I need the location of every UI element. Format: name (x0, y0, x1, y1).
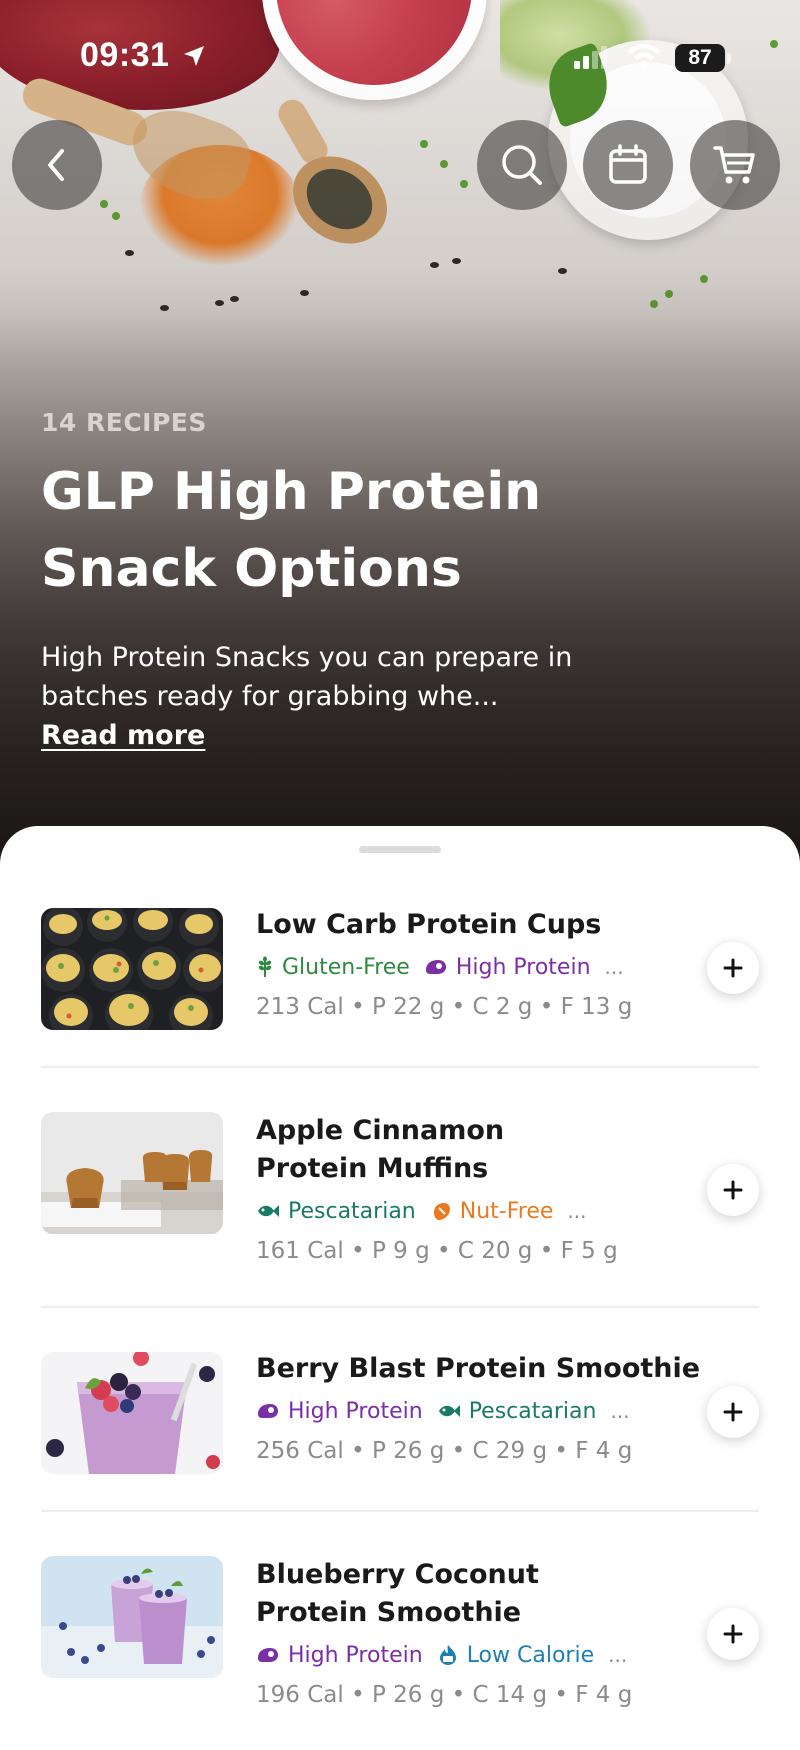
back-button[interactable] (12, 120, 102, 210)
more-tags-indicator: ... (608, 1643, 628, 1667)
recipe-title: Berry Blast Protein Smoothie (256, 1353, 701, 1384)
recipe-macros: 196 Cal • P 26 g • C 14 g • F 4 g (256, 1682, 633, 1708)
tag-high-protein: High Protein (424, 955, 591, 980)
protein-icon (425, 960, 446, 974)
plus-icon (723, 1402, 743, 1422)
tag-nut-free: Nut-Free (430, 1198, 554, 1224)
recipe-count: 14 RECIPES (41, 408, 207, 437)
tag-high-protein: High Protein (256, 1399, 423, 1424)
wifi-icon (628, 44, 660, 69)
recipe-thumbnail (41, 1556, 223, 1678)
recipe-row[interactable]: Berry Blast Protein Smoothie High Protei… (41, 1352, 759, 1512)
recipe-macros: 161 Cal • P 9 g • C 20 g • F 5 g (256, 1238, 618, 1264)
shopping-cart-icon (713, 146, 755, 184)
calendar-button[interactable] (583, 120, 673, 210)
add-recipe-button[interactable] (707, 1608, 759, 1660)
tag-high-protein: High Protein (256, 1643, 423, 1668)
tag-low-calorie: Low Calorie (437, 1643, 594, 1668)
recipe-thumbnail (41, 1352, 223, 1474)
tag-label: Gluten-Free (282, 954, 410, 980)
tag-pescatarian: Pescatarian (256, 1199, 416, 1224)
recipe-title: Apple Cinnamon Protein Muffins (256, 1115, 505, 1184)
chevron-left-icon (48, 149, 64, 181)
fish-icon (438, 1405, 460, 1417)
search-button[interactable] (477, 120, 567, 210)
tag-label: High Protein (288, 1398, 423, 1424)
add-recipe-button[interactable] (707, 942, 759, 994)
add-recipe-button[interactable] (707, 1386, 759, 1438)
flame-kcal-icon (439, 1645, 456, 1665)
tag-label: Pescatarian (288, 1198, 416, 1224)
recipe-row[interactable]: Low Carb Protein Cups Gluten-Free High P… (41, 908, 759, 1068)
recipe-row[interactable]: Blueberry Coconut Protein Smoothie High … (41, 1556, 759, 1750)
recipe-thumbnail (41, 1112, 223, 1234)
sheet-grabber[interactable] (359, 846, 441, 853)
recipe-macros: 213 Cal • P 22 g • C 2 g • F 13 g (256, 994, 633, 1020)
read-more-link[interactable]: Read more (41, 720, 205, 751)
protein-icon (258, 1404, 278, 1418)
tag-label: High Protein (288, 1642, 423, 1668)
collection-title: GLP High Protein Snack Options (41, 462, 542, 599)
status-bar: 09:31 87 (0, 0, 800, 110)
fish-icon (258, 1205, 279, 1217)
cellular-signal-icon (574, 46, 607, 69)
tag-label: Nut-Free (459, 1198, 554, 1224)
add-recipe-button[interactable] (707, 1164, 759, 1216)
recipe-thumbnail (41, 908, 223, 1030)
more-tags-indicator: ... (567, 1199, 587, 1223)
recipe-title: Blueberry Coconut Protein Smoothie (256, 1559, 539, 1628)
protein-icon (258, 1648, 278, 1662)
plus-icon (723, 1180, 743, 1200)
recipe-list-sheet: Low Carb Protein Cups Gluten-Free High P… (0, 826, 800, 1734)
plus-icon (723, 958, 743, 978)
cart-button[interactable] (690, 120, 780, 210)
tag-label: Pescatarian (468, 1398, 597, 1424)
calendar-icon (609, 144, 647, 184)
tag-label: Low Calorie (466, 1642, 595, 1668)
tag-gluten-free: Gluten-Free (256, 955, 410, 980)
status-time: 09:31 (80, 36, 170, 74)
more-tags-indicator: ... (610, 1399, 630, 1423)
more-tags-indicator: ... (604, 955, 624, 979)
collection-description: High Protein Snacks you can prepare in b… (41, 642, 573, 712)
recipe-title: Low Carb Protein Cups (256, 909, 602, 940)
recipe-row[interactable]: Apple Cinnamon Protein Muffins Pescatari… (41, 1112, 759, 1308)
location-arrow-icon (184, 46, 204, 66)
nut-icon (433, 1203, 450, 1220)
plus-icon (723, 1624, 743, 1644)
tag-pescatarian: Pescatarian (437, 1398, 597, 1424)
recipe-macros: 256 Cal • P 26 g • C 29 g • F 4 g (256, 1438, 633, 1464)
wheat-icon (258, 956, 272, 977)
tag-label: High Protein (455, 954, 591, 980)
battery-indicator: 87 (675, 44, 725, 72)
search-icon (502, 145, 542, 185)
